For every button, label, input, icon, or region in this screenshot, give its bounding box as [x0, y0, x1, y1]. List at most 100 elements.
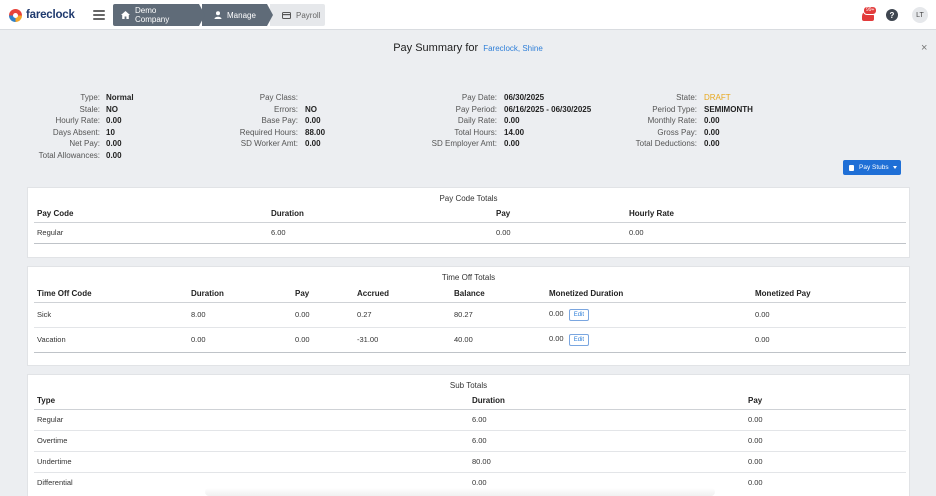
- monthly-rate-value: 0.00: [704, 116, 720, 125]
- table-cell: 0.27: [354, 302, 451, 328]
- breadcrumb-demo-company[interactable]: Demo Company: [113, 4, 205, 26]
- table-row: Sick 8.00 0.00 0.27 80.27 0.00 Edit 0.00: [34, 302, 906, 328]
- table-row: Regular 6.00 0.00: [34, 409, 906, 431]
- breadcrumb-manage[interactable]: Manage: [202, 4, 273, 26]
- table-cell: Vacation: [34, 327, 188, 353]
- table-cell: Overtime: [34, 430, 469, 452]
- pay-code-totals-title: Pay Code Totals: [439, 194, 498, 203]
- breadcrumb-payroll[interactable]: Payroll: [270, 4, 325, 26]
- table-cell: 0.00: [626, 222, 906, 244]
- table-cell: 6.00: [469, 409, 745, 431]
- monetized-duration-value: 0.00: [549, 308, 564, 318]
- table-cell: 0.00: [745, 451, 906, 473]
- fareclock-logo-icon: [9, 8, 22, 22]
- column-header: Type: [34, 393, 469, 410]
- column-header: Duration: [268, 206, 493, 223]
- table-cell: -31.00: [354, 327, 451, 353]
- page-title-text: Pay Summary for: [393, 42, 479, 54]
- logo-text: fareclock: [26, 9, 75, 21]
- edit-sick-button[interactable]: Edit: [568, 308, 590, 321]
- monetized-duration-value: 0.00: [549, 333, 564, 343]
- table-cell: Regular: [34, 409, 469, 431]
- card-icon: [282, 11, 291, 19]
- column-header: Pay Code: [34, 206, 268, 223]
- column-header: Duration: [469, 393, 745, 410]
- table-cell: 0.00: [188, 327, 292, 353]
- pay-stubs-label: Pay Stubs: [859, 164, 889, 171]
- table-cell: 0.00: [752, 327, 906, 353]
- scroll-shadow: [205, 488, 715, 496]
- table-cell: 0.00: [748, 478, 763, 488]
- table-cell: 80.00: [469, 451, 745, 473]
- menu-icon[interactable]: [93, 10, 105, 20]
- sub-totals-title: Sub Totals: [449, 381, 488, 390]
- help-icon[interactable]: ?: [886, 9, 898, 21]
- table-row: Overtime 6.00 0.00: [34, 430, 906, 452]
- time-off-totals-table: Time Off Code Duration Pay Accrued Balan…: [34, 286, 906, 353]
- table-cell: 0.00: [493, 222, 626, 244]
- notifications-button[interactable]: 99+: [861, 6, 878, 21]
- top-bar: fareclock Demo Company Manage Payroll 99…: [0, 0, 936, 30]
- column-header: Duration: [188, 286, 292, 303]
- table-cell: 0.00: [292, 302, 354, 328]
- period-type-label: Period Type:: [652, 104, 697, 114]
- column-header: Time Off Code: [34, 286, 188, 303]
- table-row: Regular 6.00 0.00 0.00: [34, 222, 906, 244]
- close-icon[interactable]: ×: [921, 42, 927, 54]
- time-off-totals-card: Time Off Totals Time Off Code Duration P…: [27, 266, 910, 366]
- state-value: DRAFT: [704, 93, 731, 102]
- table-cell: 0.00 Edit: [546, 327, 752, 353]
- edit-vacation-button[interactable]: Edit: [568, 333, 590, 346]
- column-header: Pay: [493, 206, 626, 223]
- table-cell: 0.00 Edit: [546, 302, 752, 328]
- table-cell: 0.00: [752, 302, 906, 328]
- column-header: Pay: [745, 393, 906, 410]
- app-logo[interactable]: fareclock: [9, 8, 75, 22]
- table-cell: 6.00: [469, 430, 745, 452]
- summary-column-4: State: DRAFT Period Type: SEMIMONTH Monthl…: [0, 92, 753, 150]
- total-allowances-value: 0.00: [106, 150, 122, 160]
- document-icon: [849, 164, 854, 171]
- avatar[interactable]: LT: [912, 7, 928, 23]
- column-header: Accrued: [354, 286, 451, 303]
- monthly-rate-label: Monthly Rate:: [647, 116, 697, 125]
- time-off-totals-title: Time Off Totals: [441, 273, 496, 282]
- table-cell: Undertime: [34, 451, 469, 473]
- page-title: Pay Summary for Fareclock, Shine: [0, 42, 936, 54]
- gross-pay-value: 0.00: [704, 127, 720, 137]
- breadcrumb: Demo Company Manage Payroll: [113, 4, 325, 26]
- column-header: Monetized Duration: [546, 286, 752, 303]
- table-cell: Sick: [34, 302, 188, 328]
- sub-totals-table: Type Duration Pay Regular 6.00 0.00 Over…: [34, 393, 906, 493]
- breadcrumb-label: Demo Company: [135, 6, 170, 24]
- breadcrumb-label: Payroll: [296, 10, 321, 20]
- table-cell: Regular: [34, 222, 268, 244]
- chevron-down-icon: [892, 166, 897, 169]
- user-icon: [214, 11, 222, 19]
- column-header: Monetized Pay: [752, 286, 906, 303]
- table-row: Vacation 0.00 0.00 -31.00 40.00 0.00 Edi…: [34, 327, 906, 353]
- sub-totals-card: Sub Totals Type Duration Pay Regular 6.0…: [27, 374, 910, 496]
- employee-link[interactable]: Fareclock, Shine: [483, 44, 543, 53]
- table-cell: 0.00: [292, 327, 354, 353]
- table-cell: 6.00: [268, 222, 493, 244]
- table-cell: 0.00: [745, 430, 906, 452]
- pay-stubs-button[interactable]: Pay Stubs: [843, 160, 901, 175]
- column-header: Hourly Rate: [626, 206, 906, 223]
- total-deductions-label: Total Deductions:: [635, 139, 697, 148]
- table-cell: 0.00: [745, 409, 906, 431]
- total-allowances-label: Total Allowances:: [38, 150, 100, 160]
- pay-code-totals-table: Pay Code Duration Pay Hourly Rate Regula…: [34, 206, 906, 244]
- column-header: Balance: [451, 286, 546, 303]
- table-row: Undertime 80.00 0.00: [34, 451, 906, 473]
- state-label: State:: [676, 93, 697, 102]
- notification-badge: 99+: [863, 6, 878, 15]
- breadcrumb-label: Manage: [227, 10, 256, 20]
- pay-code-totals-card: Pay Code Totals Pay Code Duration Pay Ho…: [27, 187, 910, 258]
- gross-pay-label: Gross Pay:: [657, 127, 697, 137]
- home-icon: [121, 11, 130, 19]
- period-type-value: SEMIMONTH: [704, 104, 753, 114]
- table-cell: 40.00: [451, 327, 546, 353]
- total-deductions-value: 0.00: [704, 139, 720, 148]
- table-cell: 80.27: [451, 302, 546, 328]
